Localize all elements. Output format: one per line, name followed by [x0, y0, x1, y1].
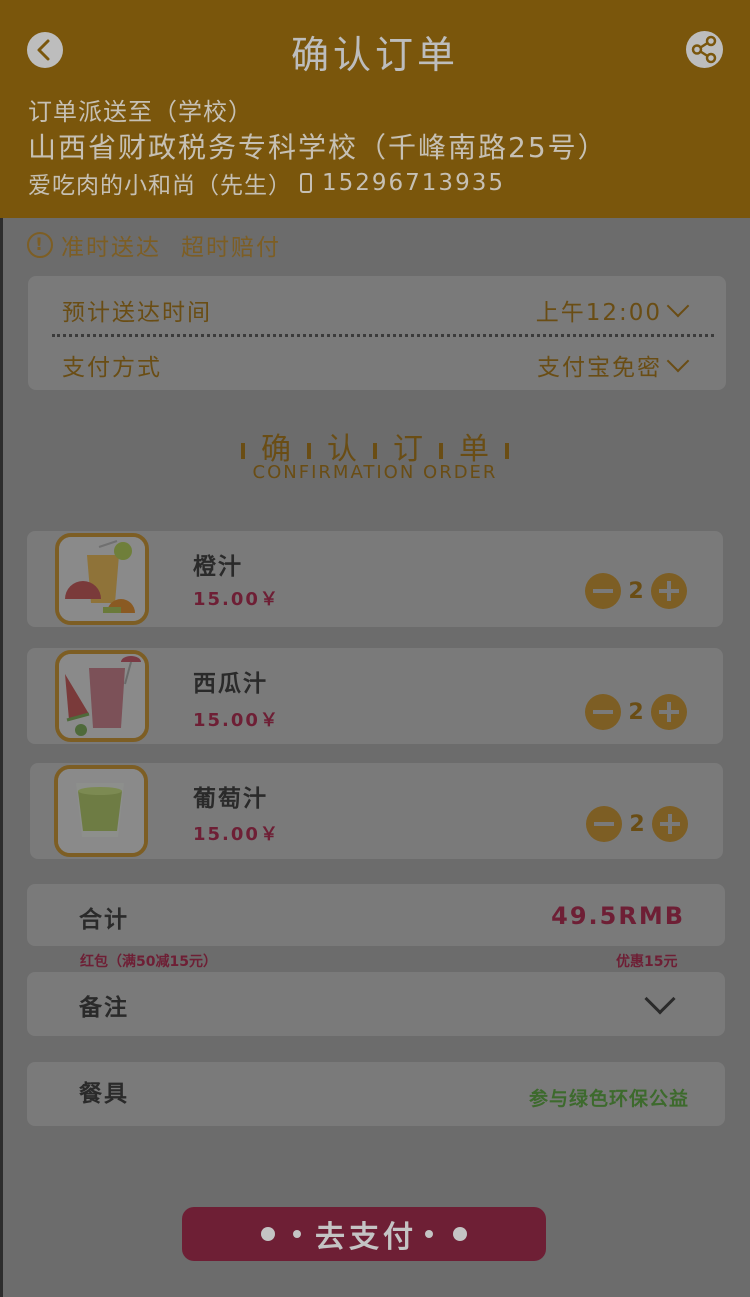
payment-method-label: 支付方式 — [62, 355, 162, 381]
share-button[interactable] — [686, 31, 723, 68]
delivery-time-value: 上午12:00 — [535, 300, 662, 326]
chevron-down-icon — [666, 349, 690, 373]
note-row[interactable]: 备注 — [27, 972, 725, 1036]
exclamation-circle-icon: ! — [27, 232, 53, 258]
item-quantity: 2 — [629, 811, 645, 837]
item-name: 橙汁 — [193, 554, 243, 580]
grape-juice-image — [58, 769, 144, 853]
item-price: 15.00￥ — [193, 824, 280, 845]
payment-method-value: 支付宝免密 — [537, 355, 662, 381]
chevron-down-icon — [644, 983, 676, 1015]
dotted-divider — [52, 334, 714, 337]
discount-text: 优惠15元 — [616, 954, 678, 970]
address-label: 订单派送至（学校） — [28, 98, 253, 126]
item-thumbnail — [54, 765, 148, 857]
quantity-stepper: 2 — [585, 694, 687, 730]
phone-icon — [300, 173, 312, 193]
order-item: 葡萄汁 15.00￥ 2 — [30, 763, 723, 859]
plus-circle-icon[interactable] — [651, 694, 687, 730]
plus-circle-icon[interactable] — [651, 573, 687, 609]
pay-button-label: 去支付 — [315, 1220, 417, 1255]
order-item: 橙汁 15.00￥ 2 — [27, 531, 723, 627]
total-label: 合计 — [79, 907, 129, 933]
section-subtitle: CONFIRMATION ORDER — [252, 462, 498, 483]
item-name: 葡萄汁 — [193, 786, 268, 812]
note-label: 备注 — [79, 995, 129, 1021]
item-name: 西瓜汁 — [193, 671, 268, 697]
total-value: 49.5RMB — [551, 902, 685, 930]
header: 确认订单 订单派送至（学校） 山西省财政税务专科学校（千峰南路25号） 爱吃肉的… — [0, 0, 750, 218]
delivery-info-card: 预计送达时间 上午12:00 支付方式 支付宝免密 — [28, 276, 726, 390]
item-quantity: 2 — [628, 699, 644, 725]
payment-method-row[interactable]: 支付方式 支付宝免密 — [62, 348, 690, 382]
delivery-time-row[interactable]: 预计送达时间 上午12:00 — [62, 293, 690, 327]
dot-decoration — [293, 1230, 301, 1238]
item-price: 15.00￥ — [193, 589, 280, 610]
quantity-stepper: 2 — [586, 806, 688, 842]
order-item: 西瓜汁 15.00￥ 2 — [27, 648, 723, 744]
watermelon-juice-image — [59, 654, 145, 738]
pay-button[interactable]: 去支付 — [182, 1207, 546, 1261]
dot-decoration — [425, 1230, 433, 1238]
dot-decoration — [261, 1227, 275, 1241]
contact-info[interactable]: 爱吃肉的小和尚（先生） 15296713935 — [28, 166, 505, 200]
phone-number: 15296713935 — [322, 170, 505, 196]
on-time-text: 准时送达 — [61, 235, 161, 261]
minus-circle-icon[interactable] — [586, 806, 622, 842]
item-thumbnail — [55, 650, 149, 742]
coupon-text[interactable]: 红包（满50减15元） — [80, 951, 217, 971]
share-icon — [691, 35, 717, 64]
total-card: 合计 49.5RMB — [27, 884, 725, 946]
tableware-row[interactable]: 餐具 参与绿色环保公益 — [27, 1062, 725, 1126]
delivery-address[interactable]: 山西省财政税务专科学校（千峰南路25号） — [28, 126, 608, 166]
quantity-stepper: 2 — [585, 573, 687, 609]
orange-juice-image — [59, 537, 145, 621]
item-thumbnail — [55, 533, 149, 625]
compensation-text: 超时赔付 — [181, 235, 281, 261]
tableware-label: 餐具 — [79, 1081, 129, 1107]
item-price: 15.00￥ — [193, 710, 280, 731]
minus-circle-icon[interactable] — [585, 573, 621, 609]
tableware-value: 参与绿色环保公益 — [528, 1088, 689, 1110]
contact-name: 爱吃肉的小和尚（先生） — [28, 173, 292, 199]
chevron-down-icon — [666, 294, 690, 318]
delivery-notice: ! 准时送达 超时赔付 — [27, 228, 281, 262]
dot-decoration — [453, 1227, 467, 1241]
item-quantity: 2 — [628, 578, 644, 604]
page-title: 确认订单 — [290, 33, 459, 77]
plus-circle-icon[interactable] — [652, 806, 688, 842]
minus-circle-icon[interactable] — [585, 694, 621, 730]
delivery-time-label: 预计送达时间 — [62, 300, 212, 326]
